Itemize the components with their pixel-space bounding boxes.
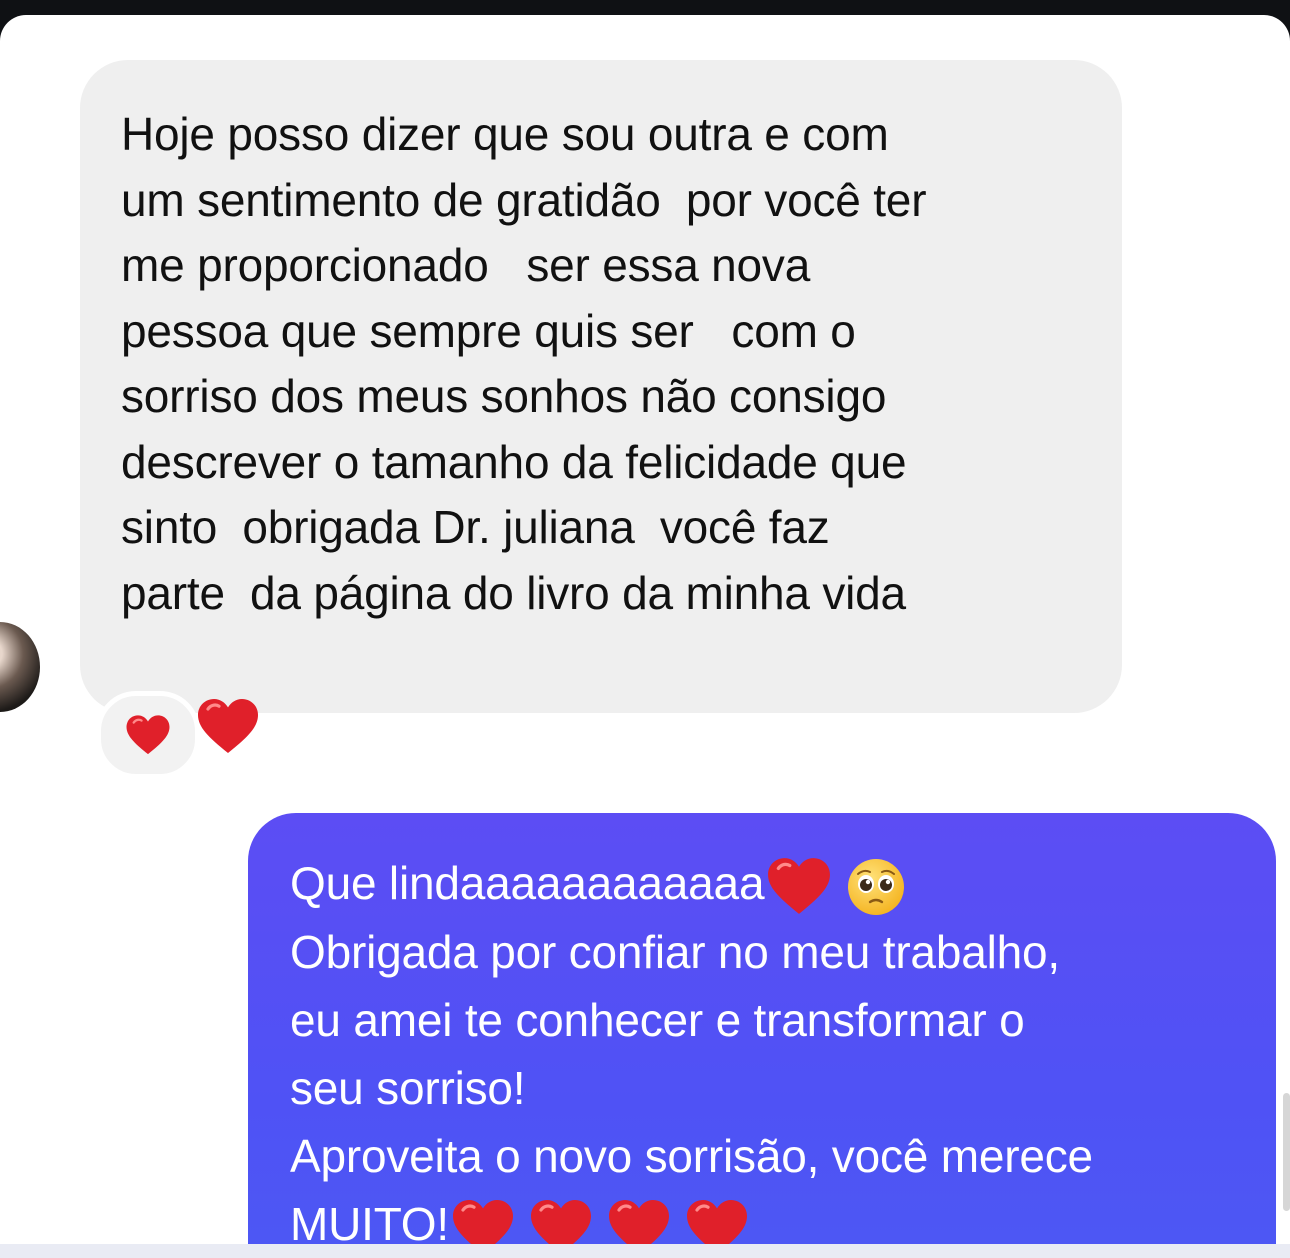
message-emojis (766, 856, 906, 918)
message-line: pessoa que sempre quis ser com o (121, 304, 856, 357)
message-line: um sentimento de gratidão por você ter (121, 173, 927, 226)
message-line: sinto obrigada Dr. juliana você faz (121, 501, 830, 553)
pleading-face-icon (848, 858, 905, 915)
message-line: Obrigada por confiar no meu trabalho, (290, 925, 1060, 978)
message-line-emoji (121, 626, 1102, 823)
chat-screen: Hoje posso dizer que sou outra e com um … (0, 15, 1290, 1258)
message-line: Hoje posso dizer que sou outra e com (121, 108, 889, 160)
message-text: MUITO! (290, 1197, 449, 1250)
scrollbar[interactable] (1283, 1093, 1290, 1211)
received-message-bubble[interactable]: Hoje posso dizer que sou outra e com um … (80, 60, 1122, 754)
message-line: seu sorriso! (290, 1061, 526, 1114)
message-line: sorriso dos meus sonhos não consigo (121, 370, 887, 422)
message-line: Aproveita o novo sorrisão, você merece (290, 1129, 1093, 1182)
message-reaction[interactable] (96, 691, 200, 779)
sent-message-bubble[interactable]: Que lindaaaaaaaaaaaa Obrigada por confia… (248, 813, 1276, 1258)
message-line: me proporcionado ser essa nova (121, 239, 811, 291)
red-heart-icon (198, 699, 259, 754)
contact-avatar[interactable] (0, 622, 40, 712)
message-line: Que lindaaaaaaaaaaaa (290, 849, 1256, 918)
message-line: descrever o tamanho da felicidade que (121, 435, 907, 488)
red-heart-icon (126, 714, 170, 754)
red-heart-icon (768, 857, 831, 914)
message-line: eu amei te conhecer e transformar o (290, 993, 1025, 1046)
message-text: Que lindaaaaaaaaaaaa (290, 857, 765, 909)
composer-bar-edge (0, 1244, 1290, 1258)
message-line: parte da página do livro da minha vida (121, 566, 906, 619)
